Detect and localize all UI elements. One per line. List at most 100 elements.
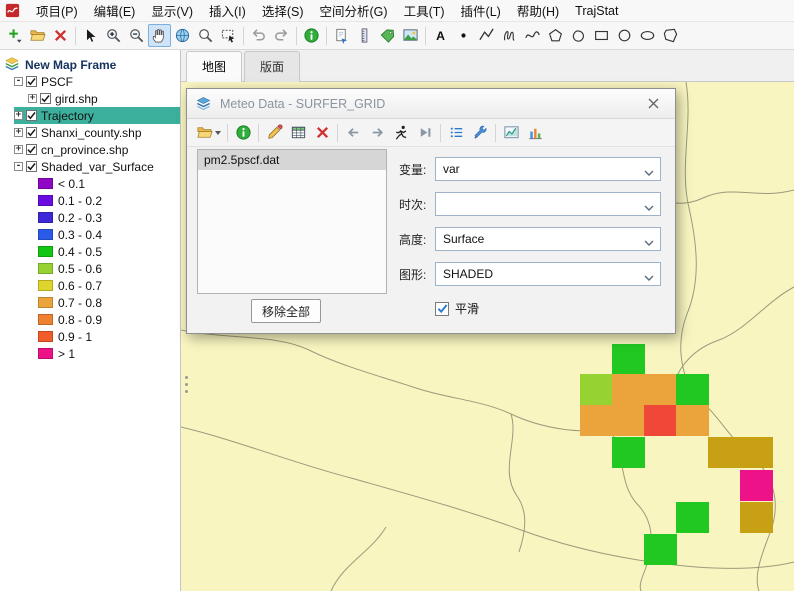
new-button[interactable] [3,24,26,47]
settings-button[interactable] [468,121,492,144]
redo-button[interactable] [270,24,293,47]
file-list-item[interactable]: pm2.5pscf.dat [198,150,386,170]
draw-polyline-button[interactable] [475,24,498,47]
legend-item: 0.2 - 0.3 [38,209,180,226]
new-layout-button[interactable] [330,24,353,47]
smooth-label: 平滑 [455,300,479,317]
select-rect-icon [220,27,237,44]
menu-item-edit[interactable]: 编辑(E) [86,0,144,23]
dialog-title: Meteo Data - SURFER_GRID [220,97,639,111]
delete-button[interactable] [49,24,72,47]
layer-item-trajectory[interactable]: +Trajectory [14,107,180,124]
field-select-variable[interactable]: var [435,157,661,181]
layer-item-gird-shp[interactable]: +gird.shp [28,90,180,107]
tab-layout[interactable]: 版面 [244,51,300,82]
pencil-icon [266,124,283,141]
smooth-option[interactable]: 平滑 [435,300,479,317]
identify-button[interactable] [194,24,217,47]
draw-point-button[interactable] [452,24,475,47]
data-list-button[interactable] [444,121,468,144]
step-forward-icon [417,124,434,141]
layer-item-shanxi-county-shp[interactable]: +Shanxi_county.shp [14,124,180,141]
layer-item-pscf[interactable]: -PSCF [14,73,180,90]
undo-button[interactable] [247,24,270,47]
layer-visibility-checkbox[interactable] [26,144,37,155]
menu-item-spatial-analysis[interactable]: 空间分析(G) [312,0,396,23]
attribute-info-button[interactable] [300,24,323,47]
tree-expander-icon[interactable]: + [14,111,23,120]
zoom-in-button[interactable] [102,24,125,47]
layer-visibility-checkbox[interactable] [26,110,37,121]
step-forward-button[interactable] [413,121,437,144]
map-frame-root[interactable]: New Map Frame [4,56,180,73]
menu-item-tools[interactable]: 工具(T) [396,0,453,23]
squiggle-icon [501,27,518,44]
animate-button[interactable] [389,121,413,144]
layer-item-cn-province-shp[interactable]: +cn_province.shp [14,141,180,158]
layer-visibility-checkbox[interactable] [26,127,37,138]
full-extent-button[interactable] [171,24,194,47]
toolbar-separator [495,124,496,142]
legend-label: 0.9 - 1 [58,330,92,344]
menu-item-plugins[interactable]: 插件(L) [453,0,509,23]
open-project-button[interactable] [26,24,49,47]
measure-button[interactable] [353,24,376,47]
grid-cell [740,470,773,501]
draw-polygon-button[interactable] [544,24,567,47]
draw-curve-button[interactable] [521,24,544,47]
draw-circle-button[interactable] [613,24,636,47]
open-data-button[interactable] [192,121,224,144]
data-file-list[interactable]: pm2.5pscf.dat [197,149,387,294]
menu-item-selection[interactable]: 选择(S) [254,0,312,23]
draw-freehand-button[interactable] [498,24,521,47]
menu-item-insert[interactable]: 插入(I) [201,0,254,23]
tab-map[interactable]: 地图 [186,51,242,82]
draw-ellipse-button[interactable] [636,24,659,47]
menu-item-trajstat[interactable]: TrajStat [567,1,626,21]
layer-item-shaded-var-surface[interactable]: -Shaded_var_Surface [14,158,180,175]
menu-item-view[interactable]: 显示(V) [143,0,201,23]
tree-expander-icon[interactable]: + [14,145,23,154]
data-info-button[interactable] [231,121,255,144]
tree-expander-icon[interactable]: - [14,77,23,86]
grid-cell [708,437,741,468]
menu-bar: 项目(P)编辑(E)显示(V)插入(I)选择(S)空间分析(G)工具(T)插件(… [0,0,794,22]
menu-item-help[interactable]: 帮助(H) [509,0,567,23]
section-plot-button[interactable] [499,121,523,144]
field-select-graph-type[interactable]: SHADED [435,262,661,286]
layer-visibility-checkbox[interactable] [26,161,37,172]
smooth-checkbox[interactable] [435,302,449,316]
previous-time-button[interactable] [341,121,365,144]
redo-arrow-icon [273,27,290,44]
draw-rectangle-button[interactable] [590,24,613,47]
field-select-time[interactable] [435,192,661,216]
draw-curve-polygon-button[interactable] [567,24,590,47]
zoom-out-button[interactable] [125,24,148,47]
zigzag-icon [478,27,495,44]
layer-visibility-checkbox[interactable] [26,76,37,87]
select-by-rectangle-button[interactable] [217,24,240,47]
plot-1d-button[interactable] [523,121,547,144]
draw-data-button[interactable] [262,121,286,144]
menu-item-project[interactable]: 项目(P) [28,0,86,23]
legend-label: 0.2 - 0.3 [58,211,102,225]
data-table-button[interactable] [286,121,310,144]
remove-all-button[interactable]: 移除全部 [251,299,321,323]
dialog-close-button[interactable] [639,92,667,116]
layer-visibility-checkbox[interactable] [40,93,51,104]
tree-expander-icon[interactable]: - [14,162,23,171]
label-button[interactable] [376,24,399,47]
insert-image-button[interactable] [399,24,422,47]
field-select-level[interactable]: Surface [435,227,661,251]
next-time-button[interactable] [365,121,389,144]
field-row-graph-type: 图形:SHADED [399,262,661,286]
pan-button[interactable] [148,24,171,47]
draw-text-button[interactable]: A [429,24,452,47]
select-element-button[interactable] [79,24,102,47]
dialog-titlebar[interactable]: Meteo Data - SURFER_GRID [187,89,675,119]
tree-expander-icon[interactable]: + [28,94,37,103]
remove-data-button[interactable] [310,121,334,144]
panel-splitter-grip[interactable] [182,360,190,408]
tree-expander-icon[interactable]: + [14,128,23,137]
draw-freeform-polygon-button[interactable] [659,24,682,47]
